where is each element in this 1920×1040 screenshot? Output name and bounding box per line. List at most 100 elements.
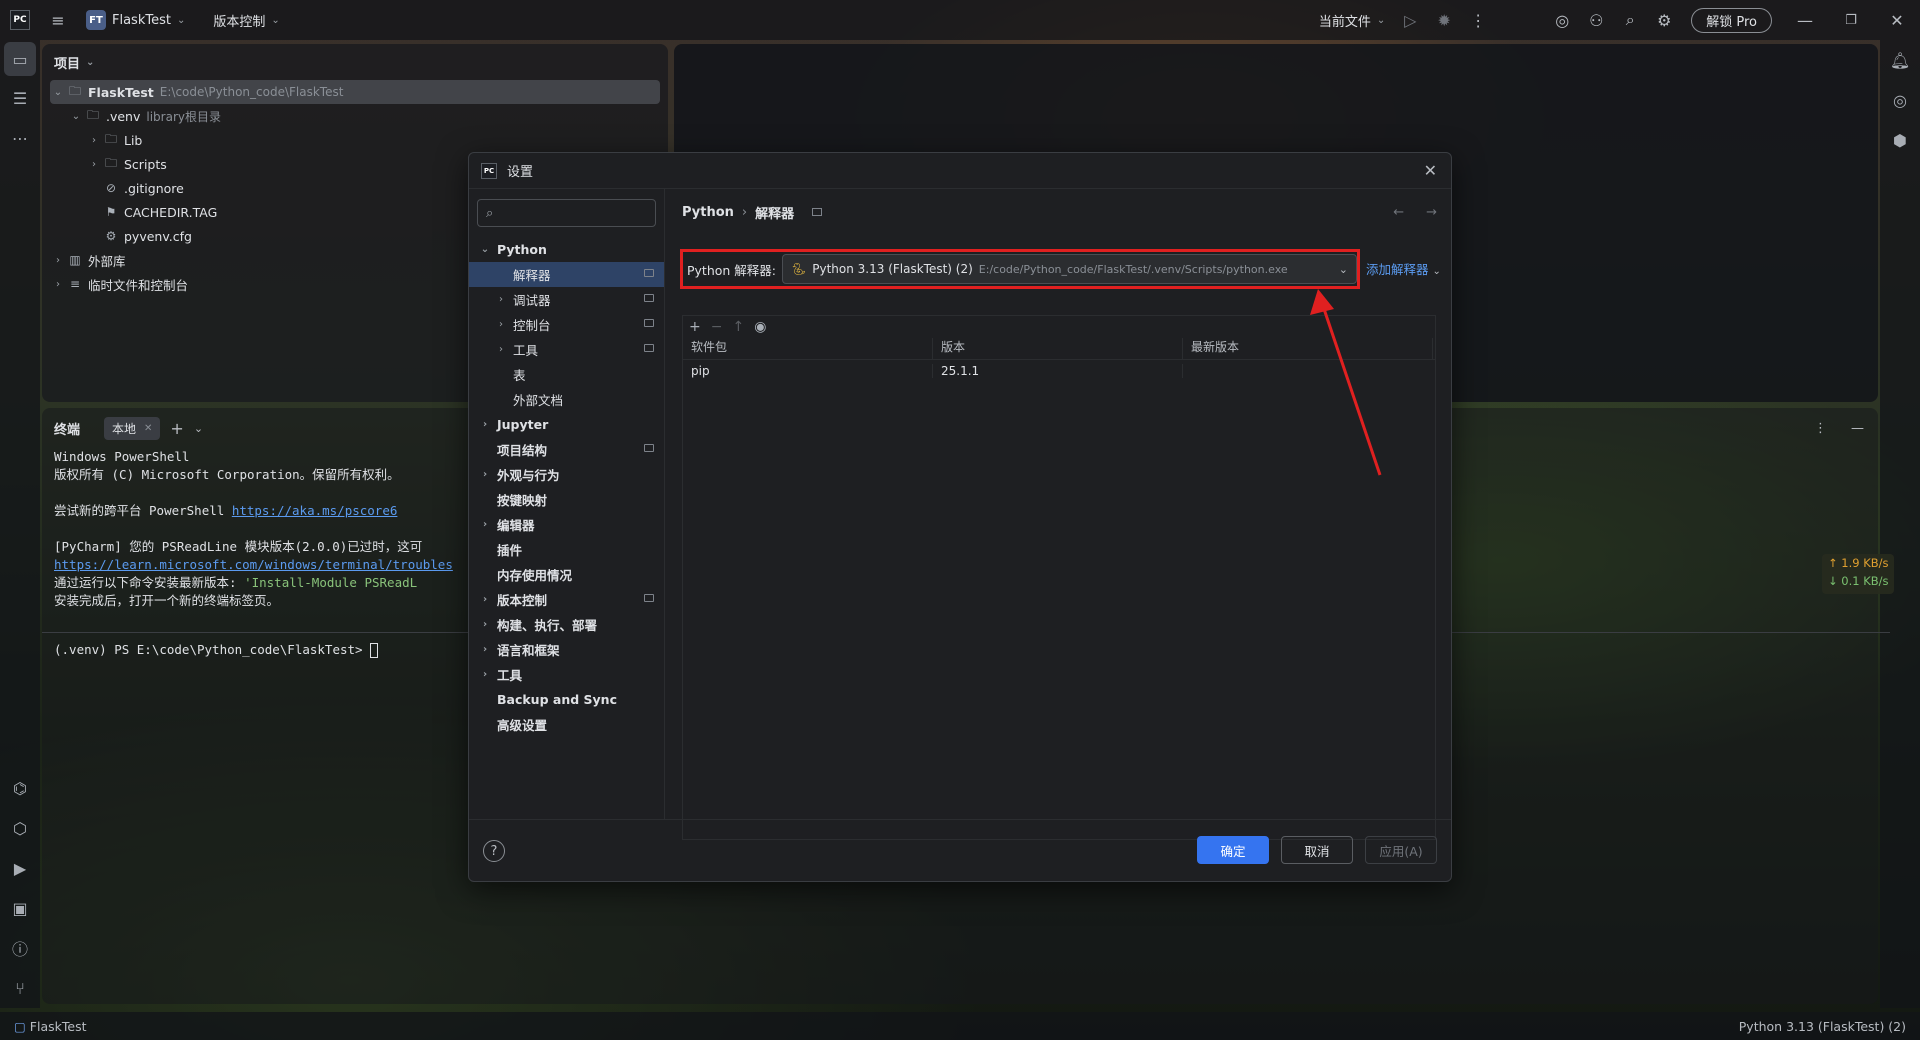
search-icon[interactable]: ⌕ bbox=[1613, 3, 1647, 37]
chevron-right-icon: › bbox=[56, 254, 60, 266]
terminal-link[interactable]: https://aka.ms/pscore6 bbox=[232, 503, 398, 518]
search-icon: ⌕ bbox=[486, 205, 494, 221]
services-icon[interactable]: ▶ bbox=[0, 848, 40, 888]
unlock-pro-button[interactable]: 解锁 Pro bbox=[1691, 7, 1772, 33]
add-interpreter-link[interactable]: 添加解释器 ⌄ bbox=[1366, 259, 1441, 278]
settings-nav-label: 项目结构 bbox=[497, 443, 548, 458]
settings-nav-item[interactable]: › 工具 bbox=[469, 337, 664, 362]
terminal-options-icon[interactable]: ⋮ bbox=[1814, 421, 1827, 436]
vcs-menu-label: 版本控制 bbox=[213, 14, 266, 30]
minimize-icon[interactable]: — bbox=[1782, 3, 1828, 37]
annotation-arrow bbox=[1310, 289, 1382, 476]
upgrade-package-icon[interactable]: ↑ bbox=[732, 319, 744, 335]
tree-item[interactable]: › 🗀︎ Lib bbox=[42, 128, 668, 152]
debug-icon[interactable]: ✹ bbox=[1427, 3, 1461, 37]
run-config-selector[interactable]: 当前文件 ⌄ bbox=[1311, 0, 1393, 40]
main-menu-icon[interactable]: ≡ bbox=[38, 3, 78, 37]
settings-nav-label: 调试器 bbox=[513, 293, 551, 308]
notifications-bell-icon[interactable]: 🔔︎ bbox=[1880, 40, 1920, 80]
git-branch-icon[interactable]: ⑂ bbox=[0, 968, 40, 1008]
settings-nav-item[interactable]: 按键映射 bbox=[469, 487, 664, 512]
tree-item[interactable]: ⌄ 🗀︎ FlaskTest E:\code\Python_code\FlaskTes… bbox=[50, 80, 660, 104]
settings-gear-icon[interactable]: ⚙ bbox=[1647, 3, 1681, 37]
tree-item-label: Lib bbox=[124, 132, 143, 148]
settings-nav-item[interactable]: 内存使用情况 bbox=[469, 562, 664, 587]
plugins-icon[interactable]: ⬢ bbox=[1880, 120, 1920, 160]
settings-nav-label: 工具 bbox=[513, 343, 539, 358]
close-window-icon[interactable]: ✕ bbox=[1874, 3, 1920, 37]
restore-icon[interactable]: ❐ bbox=[1828, 3, 1874, 37]
settings-nav-item[interactable]: › 控制台 bbox=[469, 312, 664, 337]
settings-nav-label: 构建、执行、部署 bbox=[497, 618, 598, 633]
settings-nav-item[interactable]: 插件 bbox=[469, 537, 664, 562]
settings-nav-item[interactable]: Backup and Sync bbox=[469, 687, 664, 712]
project-panel-title: 项目 bbox=[54, 56, 81, 72]
apply-button[interactable]: 应用(A) bbox=[1365, 836, 1437, 864]
settings-nav-item[interactable]: › 构建、执行、部署 bbox=[469, 612, 664, 637]
settings-nav-item[interactable]: › 调试器 bbox=[469, 287, 664, 312]
settings-nav-item[interactable]: › 编辑器 bbox=[469, 512, 664, 537]
settings-nav-label: 按键映射 bbox=[497, 493, 548, 508]
terminal-tab-local[interactable]: 本地 ✕ bbox=[104, 416, 161, 440]
help-button[interactable]: ? bbox=[483, 840, 505, 862]
run-config-label: 当前文件 bbox=[1318, 14, 1371, 30]
column-header-package[interactable]: 软件包 bbox=[683, 338, 933, 359]
terminal-link[interactable]: https://learn.microsoft.com/windows/term… bbox=[54, 557, 453, 572]
settings-nav-item[interactable]: 项目结构 bbox=[469, 437, 664, 462]
ai-chat-icon[interactable]: ◎ bbox=[1880, 80, 1920, 120]
hide-panel-icon[interactable]: — bbox=[1851, 421, 1864, 436]
new-tab-plus-icon[interactable]: + bbox=[170, 419, 183, 438]
tree-item[interactable]: ⌄ 🗀︎ .venv library根目录 bbox=[42, 104, 668, 128]
tree-item-label: CACHEDIR.TAG bbox=[124, 204, 218, 220]
python-console-icon[interactable]: ⌬ bbox=[0, 768, 40, 808]
interpreter-row-highlight: Python 解释器: 🐍︎ Python 3.13 (FlaskTest) (… bbox=[680, 249, 1360, 289]
project-folder-icon[interactable]: ▭ bbox=[4, 42, 36, 76]
settings-search-input[interactable]: ⌕ bbox=[477, 199, 656, 227]
terminal-icon[interactable]: ▣ bbox=[0, 888, 40, 928]
interpreter-select[interactable]: 🐍︎ Python 3.13 (FlaskTest) (2) E:/code/P… bbox=[782, 254, 1357, 284]
column-header-version[interactable]: 版本 bbox=[933, 338, 1183, 359]
settings-nav-item[interactable]: 外部文档 bbox=[469, 387, 664, 412]
library-icon: ▥ bbox=[69, 253, 81, 267]
folder-icon: 🗀︎ bbox=[86, 107, 99, 122]
settings-nav-item[interactable]: 解释器 bbox=[469, 262, 664, 287]
close-tab-icon[interactable]: ✕ bbox=[144, 423, 152, 434]
settings-nav-item[interactable]: › 工具 bbox=[469, 662, 664, 687]
remove-package-icon[interactable]: − bbox=[711, 319, 723, 335]
back-arrow-icon[interactable]: ← bbox=[1393, 205, 1404, 220]
project-switcher[interactable]: FT FlaskTest ⌄ bbox=[78, 0, 193, 40]
package-name: pip bbox=[683, 364, 933, 378]
settings-nav-item[interactable]: 表 bbox=[469, 362, 664, 387]
chevron-down-icon: ⌄ bbox=[71, 110, 81, 122]
chevron-down-icon[interactable]: ⌄ bbox=[194, 422, 203, 435]
cancel-button[interactable]: 取消 bbox=[1281, 836, 1353, 864]
status-project[interactable]: ▢ FlaskTest bbox=[14, 1019, 87, 1034]
settings-nav-item[interactable]: › 语言和框架 bbox=[469, 637, 664, 662]
settings-nav-item[interactable]: › 版本控制 bbox=[469, 587, 664, 612]
add-package-icon[interactable]: + bbox=[689, 319, 701, 335]
settings-nav-panel: ⌕ ⌄ Python 解释器 › 调试器 › 控制台 › 工具表外部文档 › Jupyter 项目结构… bbox=[469, 189, 665, 819]
breadcrumb-python[interactable]: Python bbox=[682, 205, 734, 220]
status-interpreter[interactable]: Python 3.13 (FlaskTest) (2) bbox=[1739, 1019, 1906, 1034]
tree-item-label: pyvenv.cfg bbox=[124, 228, 192, 244]
settings-nav-item[interactable]: 高级设置 bbox=[469, 712, 664, 737]
run-icon[interactable]: ▷ bbox=[1393, 3, 1427, 37]
settings-nav-item[interactable]: › Jupyter bbox=[469, 412, 664, 437]
settings-nav-item[interactable]: ⌄ Python bbox=[469, 237, 664, 262]
app-logo[interactable]: PC bbox=[0, 0, 38, 40]
ai-assistant-icon[interactable]: ◎ bbox=[1545, 3, 1579, 37]
more-vertical-icon[interactable]: ⋮ bbox=[1461, 3, 1495, 37]
structure-icon[interactable]: ☰ bbox=[0, 78, 40, 118]
python-packages-icon[interactable]: ⬡ bbox=[0, 808, 40, 848]
show-early-releases-eye-icon[interactable]: ◉ bbox=[754, 319, 766, 335]
forward-arrow-icon[interactable]: → bbox=[1426, 205, 1437, 220]
project-panel-header[interactable]: 项目 ⌄ bbox=[42, 44, 668, 80]
more-horizontal-icon[interactable]: ⋯ bbox=[0, 118, 40, 158]
problems-icon[interactable]: ⓘ bbox=[0, 928, 40, 968]
chevron-down-icon: ⌄ bbox=[1338, 262, 1348, 276]
settings-nav-item[interactable]: › 外观与行为 bbox=[469, 462, 664, 487]
add-user-icon[interactable]: ⚇ bbox=[1579, 3, 1613, 37]
close-dialog-icon[interactable]: ✕ bbox=[1424, 161, 1437, 180]
ok-button[interactable]: 确定 bbox=[1197, 836, 1269, 864]
vcs-menu[interactable]: 版本控制 ⌄ bbox=[205, 0, 287, 40]
